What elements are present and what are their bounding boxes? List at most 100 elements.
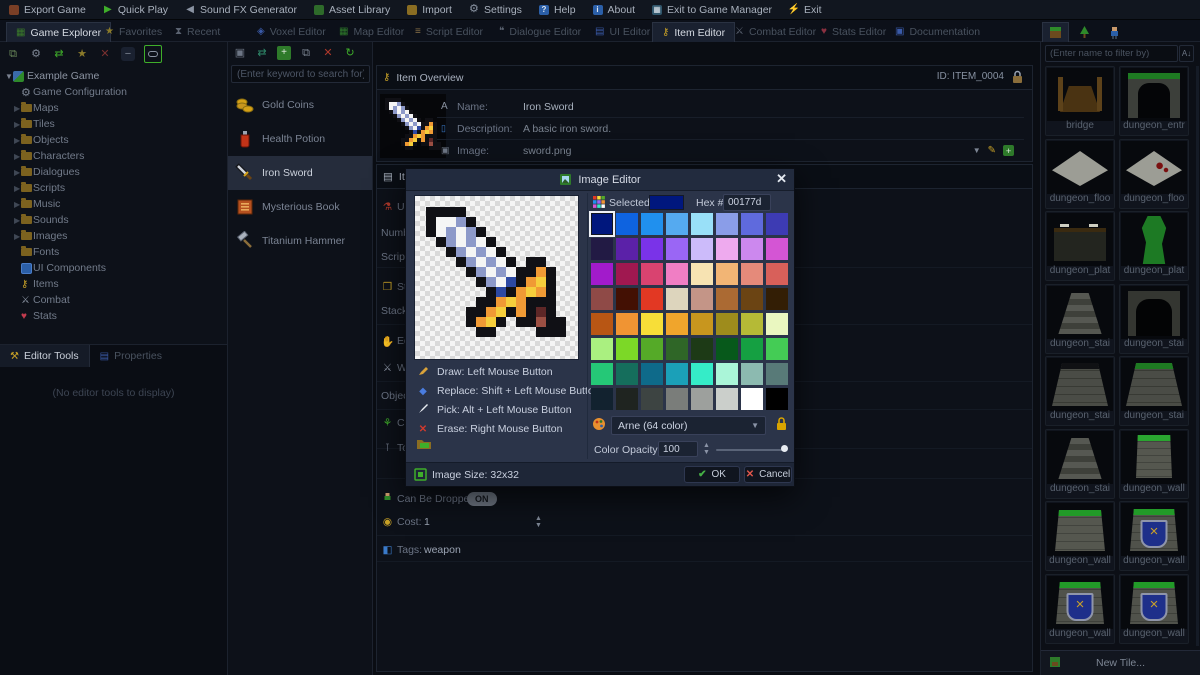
import-export-icon[interactable]: ⧉: [6, 47, 20, 61]
palette-color[interactable]: [766, 313, 788, 335]
tab-objects-browser[interactable]: [1072, 22, 1097, 42]
item-description-value[interactable]: A basic iron sword.: [523, 123, 611, 135]
tags-value[interactable]: weapon: [424, 544, 461, 556]
lock-icon[interactable]: [775, 416, 788, 434]
opacity-input[interactable]: [658, 441, 698, 457]
list-item-gold-coins[interactable]: Gold Coins: [228, 88, 372, 122]
tree-item-characters[interactable]: ▶Characters: [0, 148, 227, 164]
palette-color[interactable]: [766, 263, 788, 285]
scrollbar[interactable]: [1196, 66, 1199, 646]
add-image-icon[interactable]: +: [1003, 145, 1014, 156]
palette-color[interactable]: [691, 363, 713, 385]
tile-card-dungeon-floor[interactable]: dungeon_floo: [1045, 139, 1115, 209]
chevron-down-icon[interactable]: ▼: [973, 146, 981, 155]
tile-card-dungeon-stairs-wall-green[interactable]: dungeon_stai: [1119, 356, 1189, 426]
tree-item-ui-components[interactable]: UI Components: [0, 260, 227, 276]
palette-color[interactable]: [691, 338, 713, 360]
palette-color[interactable]: [616, 313, 638, 335]
tab-editor-tools[interactable]: ⚒Editor Tools: [0, 345, 90, 367]
tile-card-dungeon-wall[interactable]: dungeon_wall: [1045, 501, 1115, 571]
tab-documentation[interactable]: ▣Documentation: [886, 22, 989, 42]
palette-color[interactable]: [591, 288, 613, 310]
tile-card-dungeon-stairs-2[interactable]: dungeon_stai: [1045, 429, 1115, 499]
palette-color[interactable]: [716, 213, 738, 235]
godot-link-icon[interactable]: [144, 45, 162, 63]
palette-color[interactable]: [766, 288, 788, 310]
palette-color[interactable]: [716, 338, 738, 360]
tab-combat-editor[interactable]: ⚔Combat Editor: [726, 22, 825, 42]
lock-icon[interactable]: [1011, 70, 1024, 84]
tree-item-fonts[interactable]: Fonts: [0, 244, 227, 260]
tile-card-dungeon-stairs[interactable]: dungeon_stai: [1045, 284, 1115, 354]
tab-voxel-editor[interactable]: ◈Voxel Editor: [248, 22, 335, 42]
palette-color[interactable]: [641, 238, 663, 260]
opacity-slider-knob[interactable]: [781, 445, 788, 452]
palette-color[interactable]: [741, 213, 763, 235]
palette-color[interactable]: [666, 238, 688, 260]
tree-item-objects[interactable]: ▶Objects: [0, 132, 227, 148]
tile-card-dungeon-wall-shield[interactable]: dungeon_wall: [1119, 501, 1189, 571]
palette-color[interactable]: [666, 263, 688, 285]
tile-card-dungeon-stairs-arch[interactable]: dungeon_stai: [1119, 284, 1189, 354]
collapse-icon[interactable]: −: [121, 47, 135, 61]
palette-color[interactable]: [616, 388, 638, 410]
edit-pencil-icon[interactable]: ✎: [988, 145, 996, 156]
tab-recent[interactable]: ⧗Recent: [166, 22, 229, 42]
palette-color[interactable]: [741, 238, 763, 260]
tile-card-dungeon-floor-blood[interactable]: dungeon_floo: [1119, 139, 1189, 209]
hex-input[interactable]: [723, 194, 771, 211]
tree-item-example-game[interactable]: ▼Example Game: [0, 68, 227, 84]
palette-color[interactable]: [666, 363, 688, 385]
gear-icon[interactable]: ⚙: [29, 47, 43, 61]
tree-item-maps[interactable]: ▶Maps: [0, 100, 227, 116]
palette-color[interactable]: [741, 338, 763, 360]
favorite-star-icon[interactable]: ★: [75, 47, 89, 61]
tab-tiles-browser[interactable]: [1042, 22, 1069, 42]
palette-color[interactable]: [666, 338, 688, 360]
tile-card-bridge[interactable]: bridge: [1045, 66, 1115, 136]
palette-color[interactable]: [591, 263, 613, 285]
palette-color[interactable]: [591, 238, 613, 260]
palette-color[interactable]: [691, 313, 713, 335]
menu-export-game[interactable]: Export Game: [9, 4, 86, 16]
tab-ui-editor[interactable]: ▤UI Editor: [586, 22, 659, 42]
add-icon[interactable]: +: [277, 46, 291, 60]
menu-sound-fx[interactable]: ◀Sound FX Generator: [185, 4, 297, 16]
refresh-icon[interactable]: ⇄: [52, 47, 66, 61]
close-icon[interactable]: ✕: [776, 171, 787, 187]
palette-color[interactable]: [616, 363, 638, 385]
cancel-button[interactable]: ✕Cancel: [744, 466, 792, 483]
palette-color[interactable]: [641, 338, 663, 360]
open-folder-icon[interactable]: [416, 437, 432, 453]
palette-color[interactable]: [691, 388, 713, 410]
opacity-slider-track[interactable]: [716, 449, 786, 451]
palette-color[interactable]: [716, 388, 738, 410]
cost-stepper[interactable]: ▲▼: [535, 515, 542, 529]
tree-item-game-configuration[interactable]: ⚙Game Configuration: [0, 84, 227, 100]
new-tile-bar[interactable]: New Tile...: [1041, 650, 1200, 675]
tree-item-combat[interactable]: ⚔Combat: [0, 292, 227, 308]
tree-item-music[interactable]: ▶Music: [0, 196, 227, 212]
list-item-titanium-hammer[interactable]: Titanium Hammer: [228, 224, 372, 258]
palette-color[interactable]: [616, 288, 638, 310]
palette-color[interactable]: [666, 313, 688, 335]
tree-item-tiles[interactable]: ▶Tiles: [0, 116, 227, 132]
delete-icon[interactable]: ✕: [321, 46, 335, 60]
palette-color[interactable]: [691, 238, 713, 260]
list-item-health-potion[interactable]: Health Potion: [228, 122, 372, 156]
palette-color[interactable]: [716, 313, 738, 335]
tab-dialogue-editor[interactable]: ❝Dialogue Editor: [490, 22, 590, 42]
palette-color[interactable]: [741, 363, 763, 385]
menu-help[interactable]: ?Help: [539, 4, 576, 16]
palette-color[interactable]: [691, 263, 713, 285]
palette-color[interactable]: [616, 238, 638, 260]
tile-card-dungeon-wall-shield-3[interactable]: dungeon_wall: [1119, 574, 1189, 644]
menu-quick-play[interactable]: ▶Quick Play: [103, 4, 168, 16]
menu-import[interactable]: Import: [407, 4, 452, 16]
tree-item-scripts[interactable]: ▶Scripts: [0, 180, 227, 196]
reload-icon[interactable]: ↻: [343, 46, 357, 60]
sync-icon[interactable]: ⇄: [255, 46, 269, 60]
tree-item-items[interactable]: ⚷Items: [0, 276, 227, 292]
tile-card-dungeon-entrance[interactable]: dungeon_entr: [1119, 66, 1189, 136]
palette-color[interactable]: [766, 213, 788, 235]
